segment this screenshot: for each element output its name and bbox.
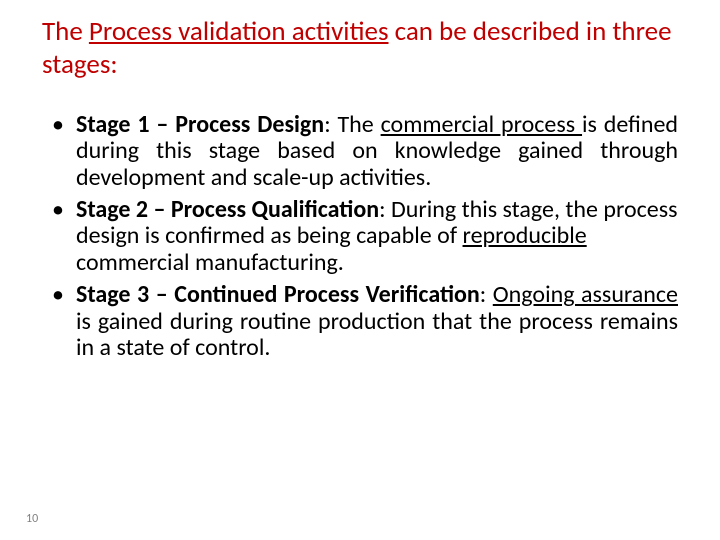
bullet-3-t2: is gained during routine production that…	[76, 307, 678, 362]
bullet-1-t1: : The	[324, 110, 380, 139]
body-list: Stage 1 – Process Design: The commercial…	[42, 112, 678, 362]
bullet-3-u1: Ongoing assurance	[493, 280, 678, 309]
bullet-2-u1: reproducible	[463, 221, 587, 250]
page-number: 10	[26, 512, 38, 526]
bullet-3-head: Stage 3 – Continued Process Verification	[76, 280, 480, 309]
bullet-3-t1: :	[480, 280, 493, 309]
bullet-1-u1: commercial process	[381, 110, 582, 139]
slide-title: The Process validation activities can be…	[42, 16, 678, 82]
bullet-stage-2: Stage 2 – Process Qualification: During …	[76, 197, 678, 276]
bullet-stage-3: Stage 3 – Continued Process Verification…	[76, 282, 678, 361]
bullet-1-head: Stage 1 – Process Design	[76, 110, 324, 139]
title-text-pre: The	[42, 15, 89, 48]
title-underlined: Process validation activities	[89, 15, 389, 48]
bullet-2-head: Stage 2 – Process Qualification	[76, 195, 379, 224]
bullet-2-t2: commercial manufacturing.	[76, 248, 344, 277]
bullet-stage-1: Stage 1 – Process Design: The commercial…	[76, 112, 678, 191]
slide: The Process validation activities can be…	[0, 0, 720, 540]
